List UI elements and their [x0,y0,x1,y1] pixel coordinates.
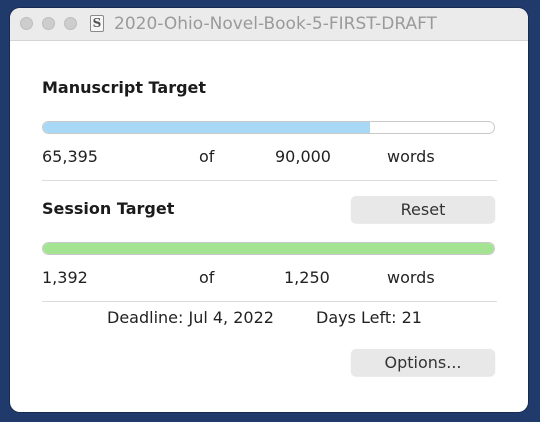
session-current-count: 1,392 [42,268,88,287]
section-divider [42,180,497,181]
manuscript-target-count: 90,000 [275,147,331,166]
reset-button[interactable]: Reset [351,196,495,223]
minimize-window-button[interactable] [42,17,55,30]
title-bar[interactable]: S 2020-Ohio-Novel-Book-5-FIRST-DRAFT [10,8,528,41]
deadline-label: Deadline: Jul 4, 2022 [107,308,274,327]
project-targets-window: S 2020-Ohio-Novel-Book-5-FIRST-DRAFT Man… [10,8,528,412]
manuscript-of-label: of [199,147,215,166]
close-window-button[interactable] [20,17,33,30]
manuscript-unit-label: words [387,147,435,166]
session-of-label: of [199,268,215,287]
zoom-window-button[interactable] [64,17,77,30]
session-progress-fill [43,243,494,254]
manuscript-current-count: 65,395 [42,147,98,166]
manuscript-progress-fill [43,122,371,133]
section-divider [42,301,497,302]
session-progress-bar [42,242,495,255]
session-target-count: 1,250 [284,268,330,287]
options-button[interactable]: Options... [351,349,495,376]
window-title: 2020-Ohio-Novel-Book-5-FIRST-DRAFT [114,14,437,34]
session-target-heading: Session Target [42,199,175,218]
manuscript-progress-bar [42,121,495,134]
scrivener-document-icon: S [90,15,104,32]
days-left-label: Days Left: 21 [316,308,422,327]
session-unit-label: words [387,268,435,287]
manuscript-target-heading: Manuscript Target [42,78,207,97]
